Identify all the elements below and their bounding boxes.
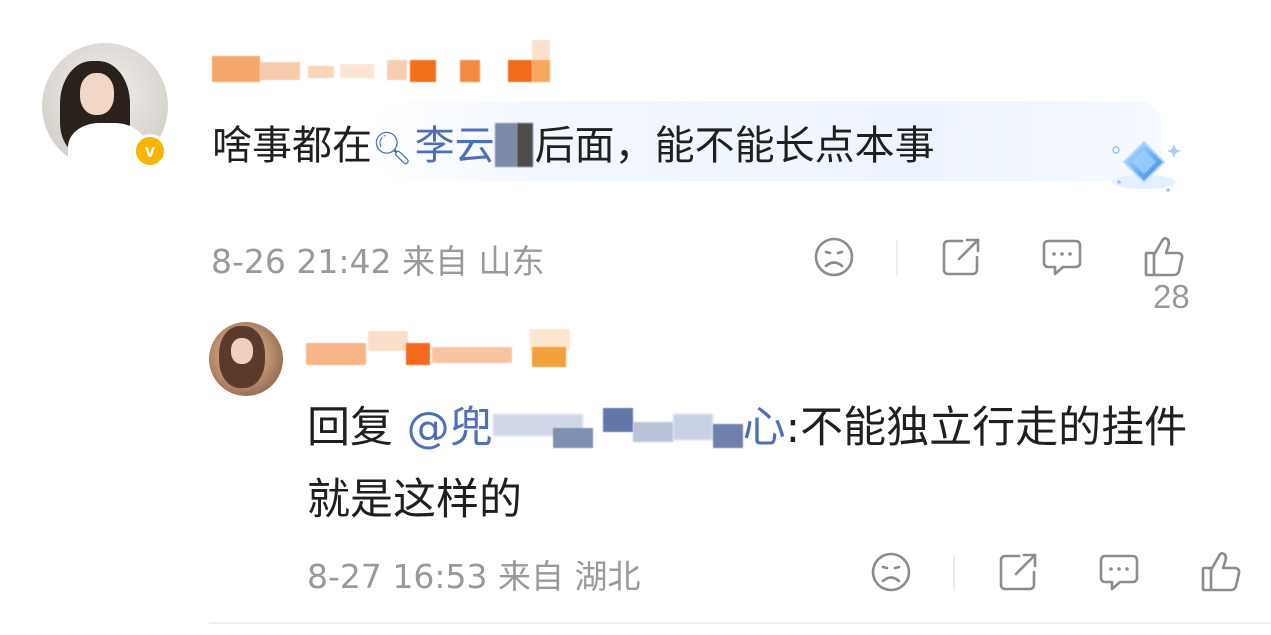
diamond-badge-icon bbox=[1112, 140, 1181, 192]
comment-text-after: 后面，能不能长点本事 bbox=[534, 123, 935, 169]
redaction-mask bbox=[516, 123, 533, 167]
share-button[interactable] bbox=[940, 236, 982, 278]
share-button[interactable] bbox=[997, 551, 1039, 593]
reply-mention-link[interactable]: @兜 心 bbox=[407, 403, 786, 453]
mention-tail: 心 bbox=[742, 403, 786, 453]
at-symbol: @ bbox=[406, 403, 450, 453]
reply-time: 8-27 16:53 bbox=[307, 557, 488, 596]
source-label: 来自 bbox=[498, 557, 564, 596]
comment-bubble-icon bbox=[1042, 239, 1082, 276]
comment-meta: 8-26 21:42 来自 山东 bbox=[211, 235, 545, 283]
redaction-mask bbox=[672, 408, 743, 448]
avatar[interactable] bbox=[209, 322, 283, 396]
redaction-mask bbox=[494, 123, 517, 167]
comment-button[interactable] bbox=[1098, 552, 1140, 592]
topic-link[interactable]: 🔍︎李云 bbox=[372, 123, 535, 169]
source-label: 来自 bbox=[402, 242, 468, 281]
comment-button[interactable] bbox=[1041, 237, 1083, 277]
comment-bubble-icon bbox=[1099, 554, 1139, 591]
topic-name: 李云 bbox=[414, 123, 495, 169]
share-icon bbox=[942, 238, 980, 276]
reply-text-line1: :不能独立行走的挂件 bbox=[785, 403, 1188, 453]
reply-text: 回复 @兜 心:不能独立行走的挂件 就是这样的 bbox=[307, 392, 1247, 536]
sad-face-icon bbox=[814, 237, 854, 277]
comment-time: 8-26 21:42 bbox=[211, 242, 392, 281]
divider bbox=[209, 622, 1271, 624]
reply-location: 湖北 bbox=[574, 557, 641, 596]
mention-visible: 兜 bbox=[449, 403, 493, 453]
sad-face-icon bbox=[871, 552, 911, 592]
username-obscured[interactable] bbox=[212, 40, 552, 82]
action-divider bbox=[896, 240, 898, 276]
verified-badge-icon: v bbox=[133, 134, 167, 168]
reply-meta: 8-27 16:53 来自 湖北 bbox=[307, 550, 641, 598]
like-button[interactable] bbox=[1200, 549, 1242, 593]
search-icon: 🔍︎ bbox=[372, 129, 413, 167]
comment-text-before: 啥事都在 bbox=[212, 123, 372, 169]
dislike-button[interactable] bbox=[870, 551, 912, 593]
like-count: 28 bbox=[1153, 278, 1190, 315]
dislike-button[interactable] bbox=[813, 236, 855, 278]
thumbs-up-icon bbox=[1144, 237, 1184, 277]
redaction-mask bbox=[492, 408, 673, 448]
share-icon bbox=[999, 553, 1037, 591]
reply-label: 回复 bbox=[307, 403, 393, 453]
comment-location: 山东 bbox=[478, 242, 545, 281]
comment-text: 啥事都在🔍︎李云 后面，能不能长点本事 bbox=[212, 118, 935, 176]
action-divider bbox=[953, 555, 955, 591]
like-button[interactable]: 28 bbox=[1143, 234, 1190, 316]
reply-text-line2: 就是这样的 bbox=[307, 475, 522, 525]
thumbs-up-icon bbox=[1201, 552, 1241, 592]
username-obscured[interactable] bbox=[306, 325, 576, 371]
